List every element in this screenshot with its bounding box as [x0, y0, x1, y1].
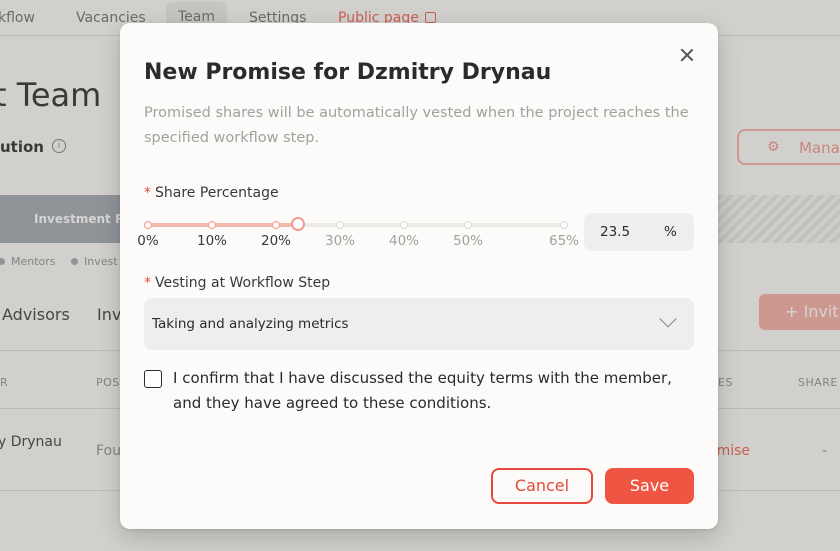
share-percentage-label: * Share Percentage: [144, 185, 279, 201]
striped-segment: [718, 195, 840, 243]
share-percentage-text: Share Percentage: [155, 185, 279, 201]
table-header: SHARE: [798, 376, 838, 389]
table-header: R: [0, 376, 9, 389]
save-button[interactable]: Save: [605, 468, 694, 504]
share-percentage-slider[interactable]: [144, 217, 568, 231]
percentage-value: 23.5: [600, 224, 631, 240]
legend-mentors: Mentors: [0, 255, 56, 268]
cancel-button[interactable]: Cancel: [491, 468, 593, 504]
vesting-label-text: Vesting at Workflow Step: [155, 275, 331, 291]
slider-mark-label: 0%: [137, 233, 159, 249]
member-name: y Drynau: [0, 434, 62, 450]
slider-tick[interactable]: [208, 221, 216, 229]
table-header: ES: [718, 376, 733, 389]
member-position: Fou: [96, 443, 121, 459]
invite-label: Invit: [803, 302, 839, 321]
member-share: -: [822, 443, 828, 459]
close-icon[interactable]: [675, 43, 699, 67]
new-promise-dialog: New Promise for Dzmitry Drynau Promised …: [120, 23, 718, 529]
required-mark: *: [144, 185, 151, 201]
slider-handle[interactable]: [291, 217, 306, 231]
slider-tick[interactable]: [336, 221, 344, 229]
tab-advisors[interactable]: Advisors: [2, 305, 70, 324]
slider-tick[interactable]: [400, 221, 408, 229]
investment-bar: Investment Res: [0, 195, 130, 243]
confirm-checkbox[interactable]: [144, 370, 162, 388]
plus-icon: +: [785, 302, 804, 321]
workflow-step-value: Taking and analyzing metrics: [152, 316, 349, 332]
slider-mark-label: 10%: [196, 233, 228, 249]
chevron-down-icon: [659, 310, 677, 328]
info-icon[interactable]: i: [52, 139, 66, 153]
legend-dot: [71, 258, 78, 265]
confirm-text[interactable]: I confirm that I have discussed the equi…: [173, 366, 698, 416]
legend-invest: Invest: [71, 255, 118, 268]
dialog-title: New Promise for Dzmitry Drynau: [144, 60, 552, 85]
workflow-step-select[interactable]: Taking and analyzing metrics: [144, 298, 694, 350]
gear-icon: ⚙: [767, 139, 780, 155]
invite-button[interactable]: + Invit: [759, 294, 840, 330]
legend-label: Mentors: [11, 255, 56, 268]
slider-mark-label: 40%: [388, 233, 420, 249]
legend-dot: [0, 258, 5, 265]
slider-tick[interactable]: [144, 221, 152, 229]
slider-mark-label: 50%: [452, 233, 484, 249]
slider-mark-label: 65%: [548, 233, 580, 249]
nav-item-workflow[interactable]: kflow: [0, 10, 35, 26]
tab-investors[interactable]: Inv: [97, 305, 121, 324]
dialog-description: Promised shares will be automatically ve…: [144, 105, 689, 146]
manage-label: Mana: [799, 139, 840, 157]
legend-label: Invest: [84, 255, 118, 268]
required-mark: *: [144, 275, 151, 291]
vesting-label: * Vesting at Workflow Step: [144, 275, 330, 291]
slider-tick[interactable]: [272, 221, 280, 229]
slider-tick[interactable]: [464, 221, 472, 229]
table-header: POS: [96, 376, 120, 389]
percentage-unit: %: [664, 224, 677, 240]
manage-button[interactable]: ⚙ Mana: [737, 129, 840, 165]
section-label: ution: [0, 138, 44, 156]
page-title: t Team: [0, 76, 102, 114]
slider-mark-label: 30%: [324, 233, 356, 249]
percentage-input[interactable]: 23.5 %: [584, 213, 694, 251]
external-link-icon: [424, 12, 436, 23]
slider-tick[interactable]: [560, 221, 568, 229]
slider-mark-label: 20%: [260, 233, 292, 249]
